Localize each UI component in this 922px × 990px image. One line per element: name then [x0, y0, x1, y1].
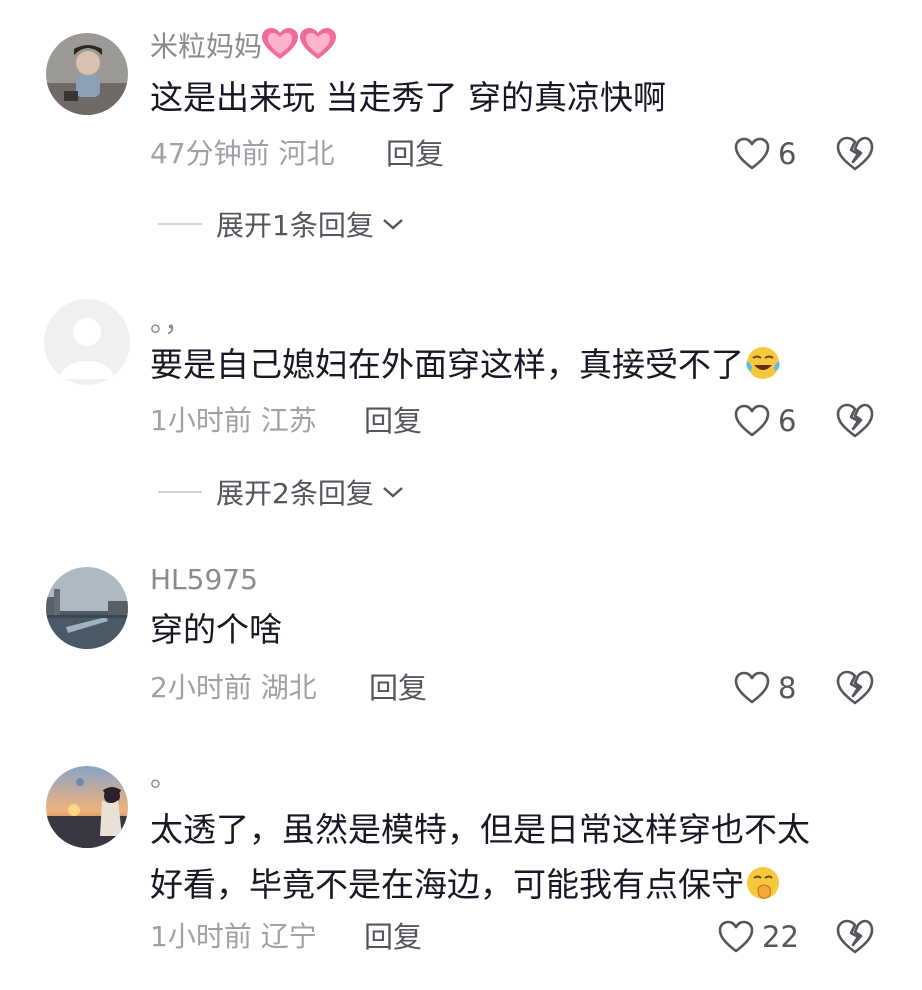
broken-heart-icon[interactable]	[836, 136, 874, 172]
hand-over-mouth-emoji-icon	[747, 867, 779, 899]
reply-button[interactable]: 回复	[364, 920, 422, 954]
comment-meta: 1小时前 辽宁	[150, 920, 317, 954]
comment-text-content: 好看，毕竟不是在海边，可能我有点保守	[150, 865, 744, 904]
like-button[interactable]: 6	[734, 401, 796, 441]
like-count: 6	[778, 137, 797, 171]
chevron-down-icon	[383, 219, 403, 230]
pink-hearts-emoji-icon	[262, 28, 337, 70]
heart-outline-icon	[734, 404, 770, 437]
comment-time: 1小时前	[150, 920, 252, 953]
comment-text: 要是自己媳妇在外面穿这样，真接受不了	[150, 340, 870, 390]
comment-meta: 2小时前 湖北	[150, 671, 317, 705]
divider-line	[158, 223, 202, 225]
broken-heart-icon[interactable]	[836, 670, 874, 706]
comment-time: 2小时前	[150, 671, 252, 704]
username-text: 米粒妈妈	[150, 30, 263, 63]
heart-outline-icon	[734, 671, 770, 704]
chevron-down-icon	[383, 487, 403, 498]
avatar[interactable]	[46, 33, 128, 115]
comment-text-line: 好看，毕竟不是在海边，可能我有点保守	[150, 860, 870, 910]
avatar[interactable]	[46, 766, 128, 848]
reply-button[interactable]: 回复	[386, 137, 444, 171]
comment-text: 太透了，虽然是模特，但是日常这样穿也不太 好看，毕竟不是在海边，可能我有点保守	[150, 805, 870, 910]
broken-heart-icon[interactable]	[836, 403, 874, 439]
comment-time: 1小时前	[150, 404, 252, 437]
comment-location: 河北	[278, 137, 335, 170]
comment-time: 47分钟前	[150, 137, 270, 170]
comment-text-line: 太透了，虽然是模特，但是日常这样穿也不太	[150, 810, 810, 849]
divider-line	[158, 491, 202, 493]
like-button[interactable]: 8	[734, 668, 796, 708]
crying-laughing-emoji-icon	[746, 347, 780, 379]
broken-heart-icon[interactable]	[836, 919, 874, 955]
heart-outline-icon	[718, 920, 754, 953]
username[interactable]: 米粒妈妈	[150, 28, 337, 70]
like-count: 6	[778, 404, 797, 438]
comment-meta: 1小时前 江苏	[150, 404, 317, 438]
reply-button[interactable]: 回复	[364, 404, 422, 438]
like-button[interactable]: 6	[734, 134, 796, 174]
username[interactable]: HL5975	[150, 563, 258, 597]
expand-replies-label: 展开1条回复	[216, 209, 374, 242]
avatar[interactable]	[46, 567, 128, 649]
comment-text-content: 要是自己媳妇在外面穿这样，真接受不了	[150, 345, 744, 384]
comment-meta: 47分钟前 河北	[150, 137, 335, 171]
comment-text: 这是出来玩 当走秀了 穿的真凉快啊	[150, 78, 666, 117]
like-count: 22	[762, 920, 799, 954]
like-count: 8	[778, 671, 797, 705]
avatar[interactable]	[44, 299, 130, 385]
expand-replies-button[interactable]: 展开1条回复	[158, 207, 404, 242]
expand-replies-button[interactable]: 展开2条回复	[158, 475, 404, 510]
comment-location: 辽宁	[260, 920, 317, 953]
username[interactable]: 。	[150, 760, 178, 794]
comment-text: 穿的个啥	[150, 610, 282, 649]
comment-location: 湖北	[260, 671, 317, 704]
expand-replies-label: 展开2条回复	[216, 477, 374, 510]
reply-button[interactable]: 回复	[369, 671, 427, 705]
username[interactable]: 。，	[150, 305, 192, 339]
comment-location: 江苏	[260, 404, 317, 437]
like-button[interactable]: 22	[718, 917, 799, 957]
heart-outline-icon	[734, 137, 770, 170]
